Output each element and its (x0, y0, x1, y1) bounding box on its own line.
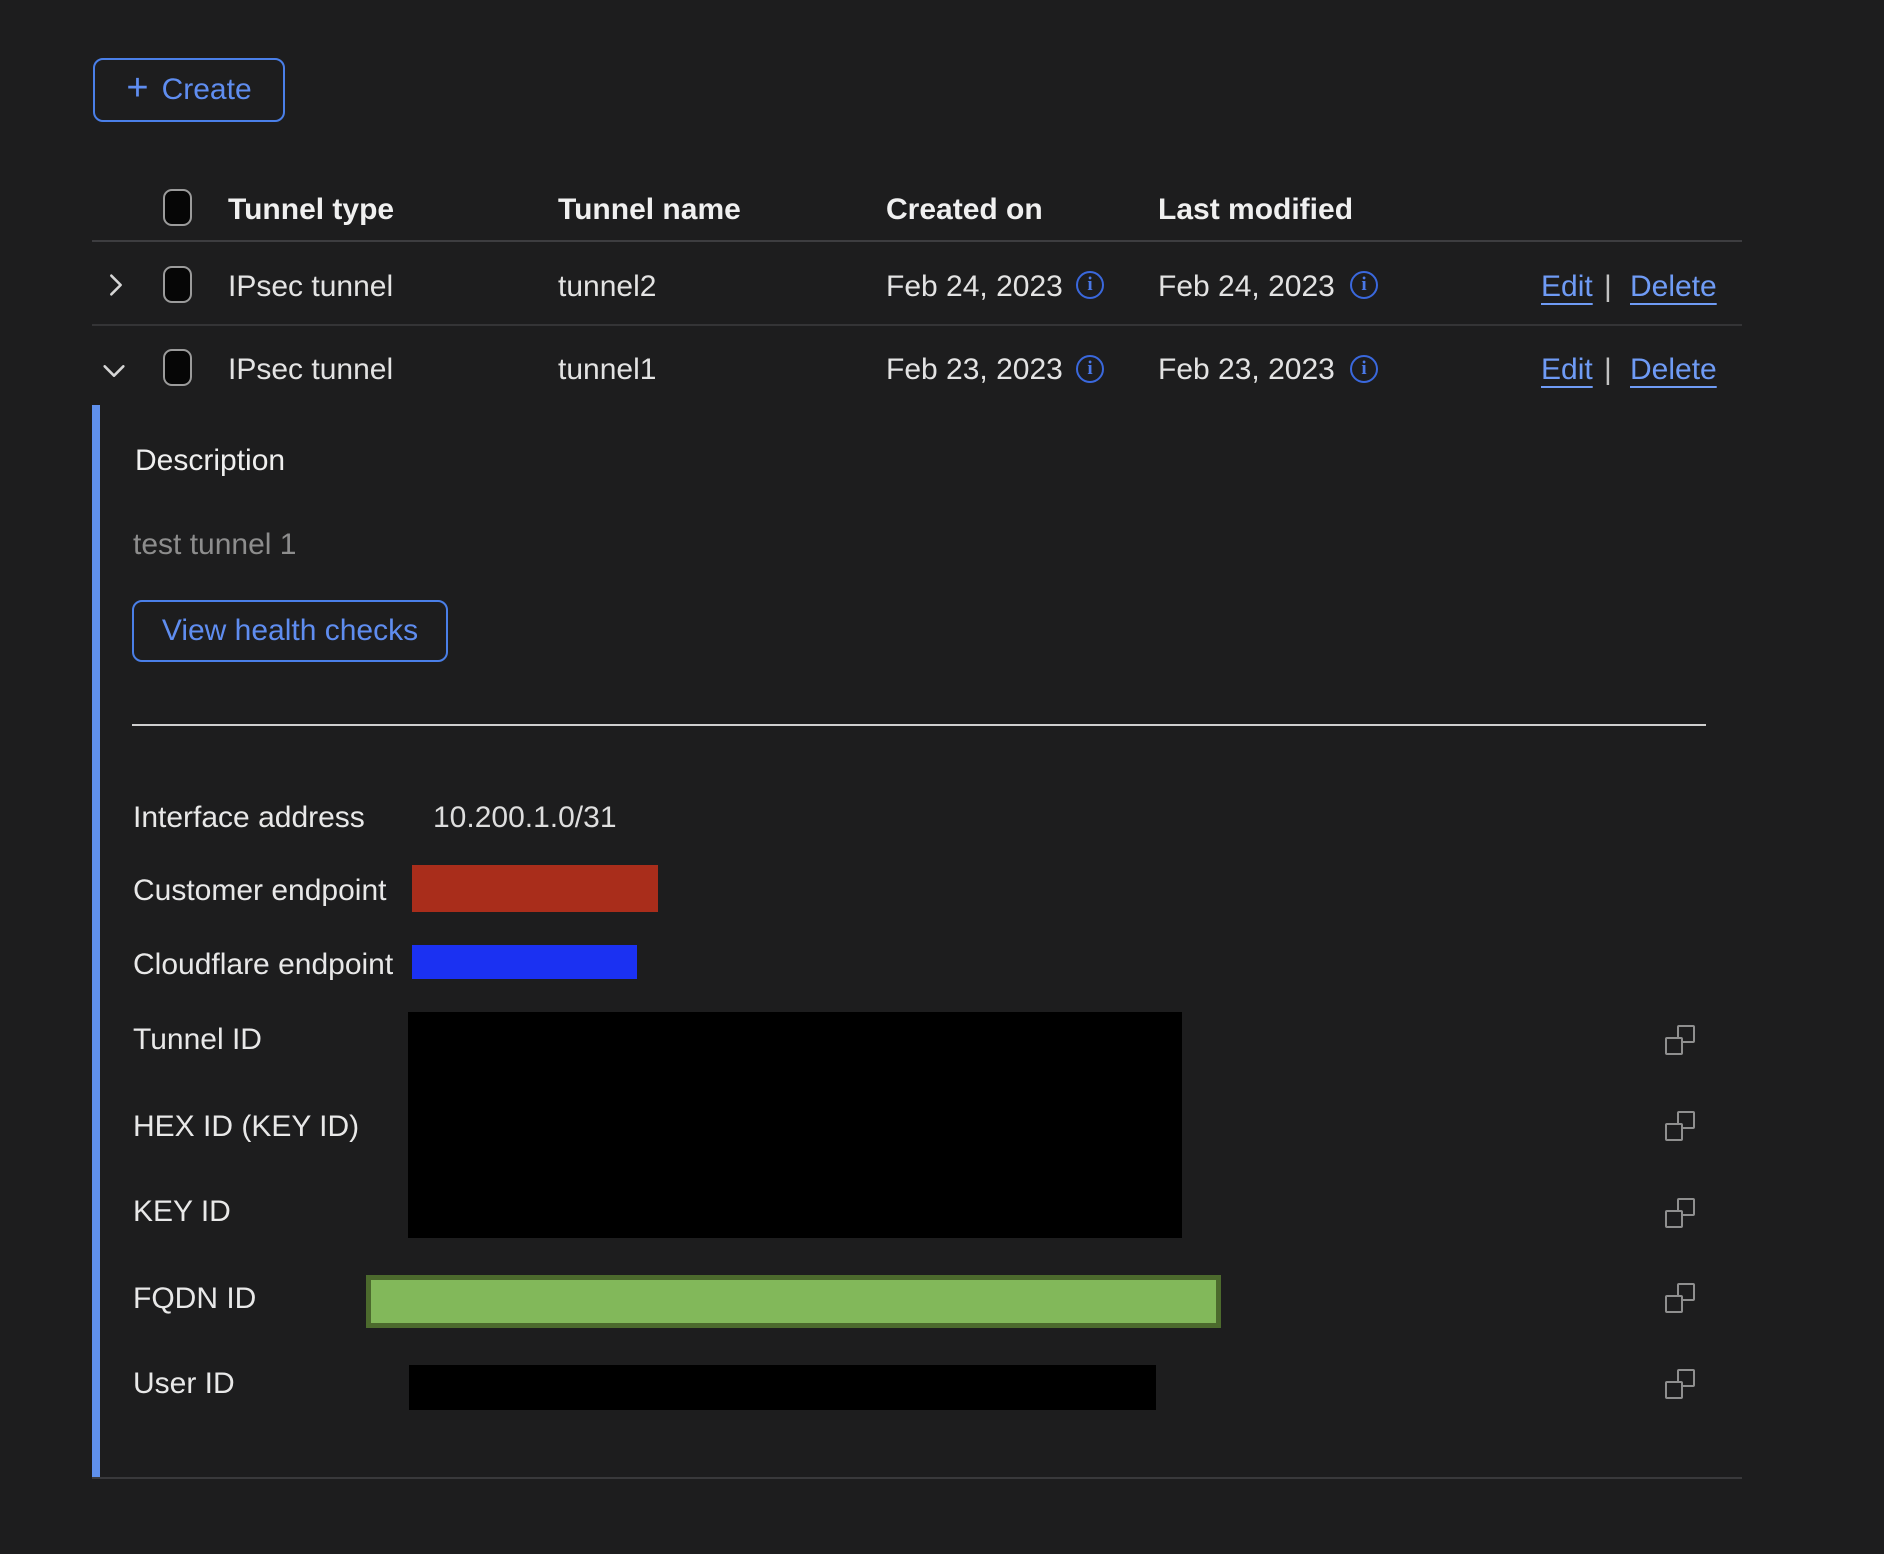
cloudflare-endpoint-redacted-value (412, 945, 637, 979)
section-divider (132, 724, 1706, 726)
edit-link[interactable]: Edit (1541, 353, 1593, 387)
row-checkbox[interactable] (163, 266, 192, 303)
hex-id-label: HEX ID (KEY ID) (133, 1110, 359, 1144)
description-label: Description (135, 444, 285, 478)
chevron-right-icon[interactable] (102, 271, 130, 299)
create-button[interactable]: + Create (93, 58, 285, 122)
delete-link[interactable]: Delete (1630, 270, 1717, 304)
created-on-cell: Feb 24, 2023 (886, 270, 1063, 304)
row-divider (92, 324, 1742, 326)
ids-redacted-value (408, 1012, 1182, 1238)
info-icon[interactable]: i (1076, 271, 1104, 299)
copy-icon[interactable] (1665, 1283, 1695, 1313)
created-on-cell: Feb 23, 2023 (886, 353, 1063, 387)
tunnel-type-cell: IPsec tunnel (228, 353, 393, 387)
tunnel-name-cell: tunnel1 (558, 353, 656, 387)
link-separator: | (1604, 270, 1612, 304)
last-modified-cell: Feb 24, 2023 (1158, 270, 1335, 304)
copy-icon[interactable] (1665, 1369, 1695, 1399)
column-header-last-modified: Last modified (1158, 193, 1353, 227)
column-header-tunnel-name: Tunnel name (558, 193, 741, 227)
copy-icon[interactable] (1665, 1198, 1695, 1228)
customer-endpoint-redacted-value (412, 865, 658, 912)
copy-icon[interactable] (1665, 1025, 1695, 1055)
info-icon[interactable]: i (1350, 271, 1378, 299)
header-divider (92, 240, 1742, 242)
cloudflare-endpoint-label: Cloudflare endpoint (133, 948, 393, 982)
chevron-down-icon[interactable] (100, 357, 128, 385)
description-value: test tunnel 1 (133, 528, 296, 562)
tunnel-id-label: Tunnel ID (133, 1023, 262, 1057)
info-icon[interactable]: i (1350, 355, 1378, 383)
panel-bottom-divider (92, 1477, 1742, 1479)
link-separator: | (1604, 353, 1612, 387)
interface-address-label: Interface address (133, 801, 365, 835)
column-header-created-on: Created on (886, 193, 1043, 227)
edit-link[interactable]: Edit (1541, 270, 1593, 304)
tunnel-name-cell: tunnel2 (558, 270, 656, 304)
customer-endpoint-label: Customer endpoint (133, 874, 386, 908)
column-header-tunnel-type: Tunnel type (228, 193, 394, 227)
expanded-row-accent-bar (92, 405, 100, 1477)
plus-icon: + (126, 69, 148, 107)
delete-link[interactable]: Delete (1630, 353, 1717, 387)
copy-icon[interactable] (1665, 1111, 1695, 1141)
tunnels-page: + Create Tunnel type Tunnel name Created… (0, 0, 1884, 1554)
create-button-label: Create (162, 73, 252, 107)
fqdn-id-label: FQDN ID (133, 1282, 256, 1316)
select-all-checkbox[interactable] (163, 189, 192, 226)
user-id-redacted-value (409, 1365, 1156, 1410)
last-modified-cell: Feb 23, 2023 (1158, 353, 1335, 387)
info-icon[interactable]: i (1076, 355, 1104, 383)
view-health-checks-button[interactable]: View health checks (132, 600, 448, 662)
row-checkbox[interactable] (163, 349, 192, 386)
key-id-label: KEY ID (133, 1195, 231, 1229)
interface-address-value: 10.200.1.0/31 (433, 801, 617, 835)
fqdn-id-redacted-value (366, 1275, 1221, 1328)
tunnel-type-cell: IPsec tunnel (228, 270, 393, 304)
user-id-label: User ID (133, 1367, 235, 1401)
